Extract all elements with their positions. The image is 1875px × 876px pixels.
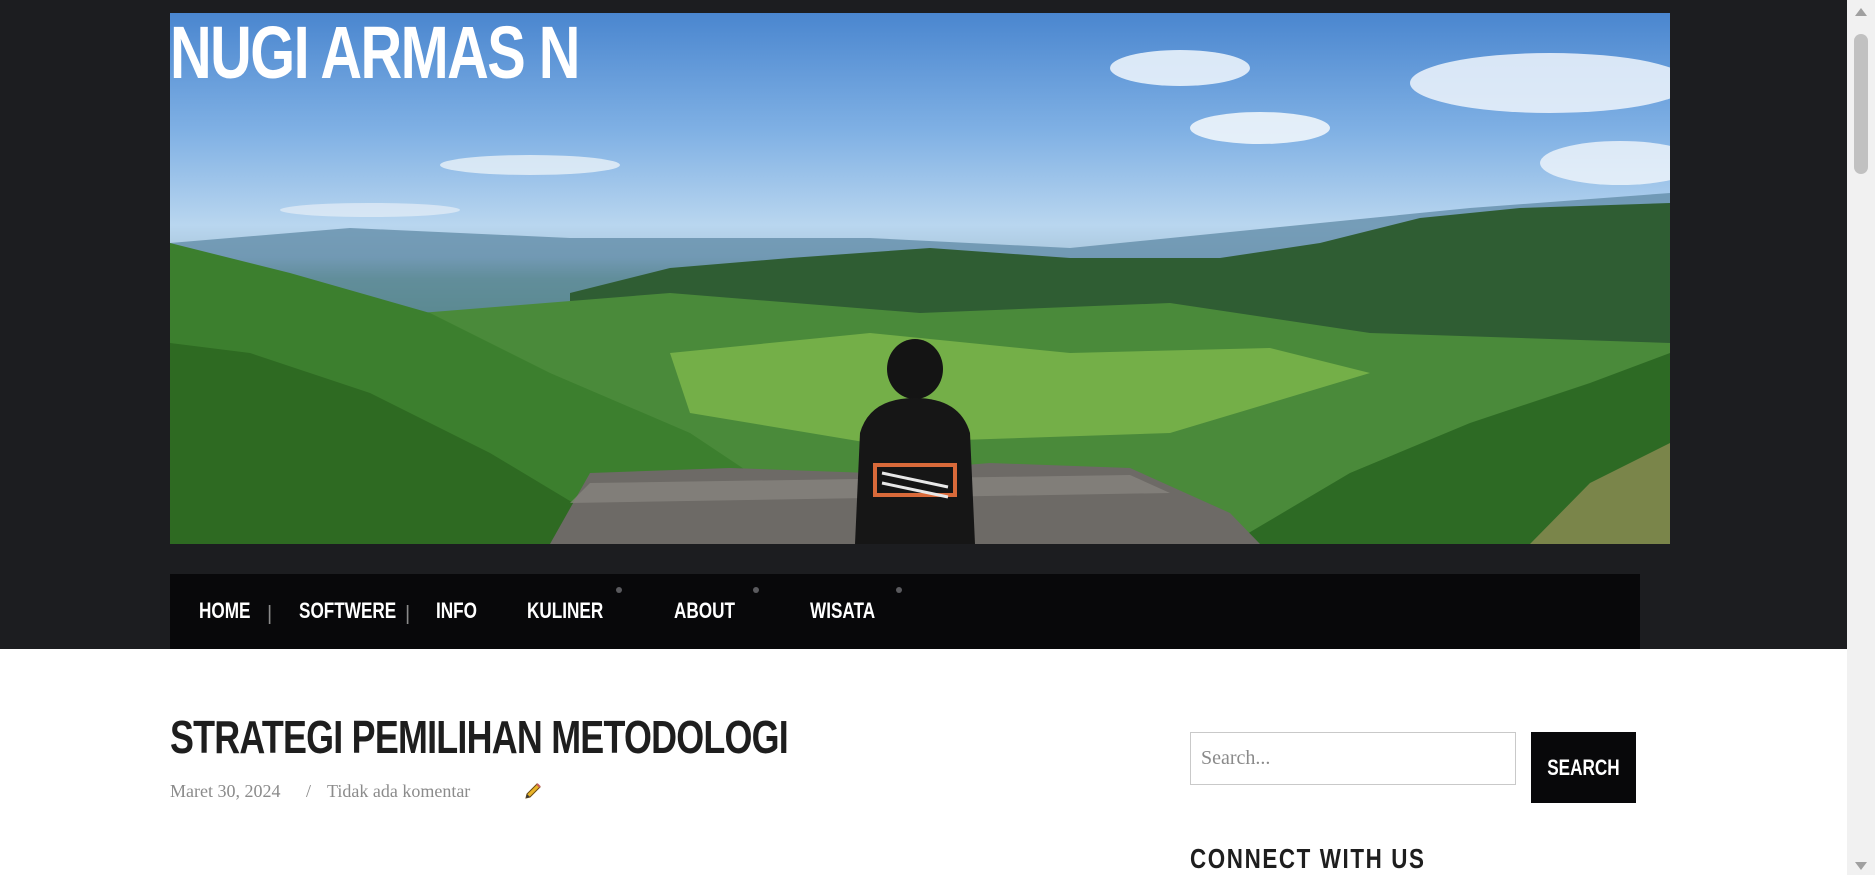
meta-separator: / <box>306 781 312 801</box>
nav-separator: | <box>405 603 411 625</box>
search-button[interactable]: SEARCH <box>1531 732 1636 803</box>
dropdown-indicator-icon <box>896 587 902 593</box>
search-button-label: SEARCH <box>1547 754 1620 780</box>
scroll-up-icon[interactable] <box>1855 8 1867 16</box>
nav-item-softwere[interactable]: SOFTWERE <box>299 598 396 624</box>
nav-item-kuliner[interactable]: KULINER <box>527 598 603 624</box>
dropdown-indicator-icon <box>753 587 759 593</box>
scrollbar-thumb[interactable] <box>1854 34 1868 174</box>
page-scrollbar[interactable] <box>1847 0 1875 875</box>
scroll-down-icon[interactable] <box>1855 862 1867 870</box>
post-title[interactable]: STRATEGI PEMILIHAN METODOLOGI <box>170 710 789 764</box>
dropdown-indicator-icon <box>616 587 622 593</box>
site-title[interactable]: NUGI ARMAS N <box>170 8 580 98</box>
connect-widget-title: CONNECT WITH US <box>1190 843 1426 874</box>
nav-item-wisata[interactable]: WISATA <box>810 598 875 624</box>
search-input[interactable] <box>1190 732 1516 785</box>
nav-item-about[interactable]: ABOUT <box>674 598 735 624</box>
site-header: NUGI ARMAS N HOME | SOFTWERE | INFO KULI… <box>0 0 1847 649</box>
main-navigation: HOME | SOFTWERE | INFO KULINER ABOUT WIS… <box>170 574 1640 649</box>
post-date[interactable]: Maret 30, 2024 <box>170 780 280 802</box>
nav-item-info[interactable]: INFO <box>436 598 477 624</box>
post-comments-link[interactable]: Tidak ada komentar <box>327 780 470 802</box>
nav-item-home[interactable]: HOME <box>199 598 250 624</box>
nav-separator: | <box>267 603 273 625</box>
pencil-icon[interactable] <box>522 780 544 802</box>
